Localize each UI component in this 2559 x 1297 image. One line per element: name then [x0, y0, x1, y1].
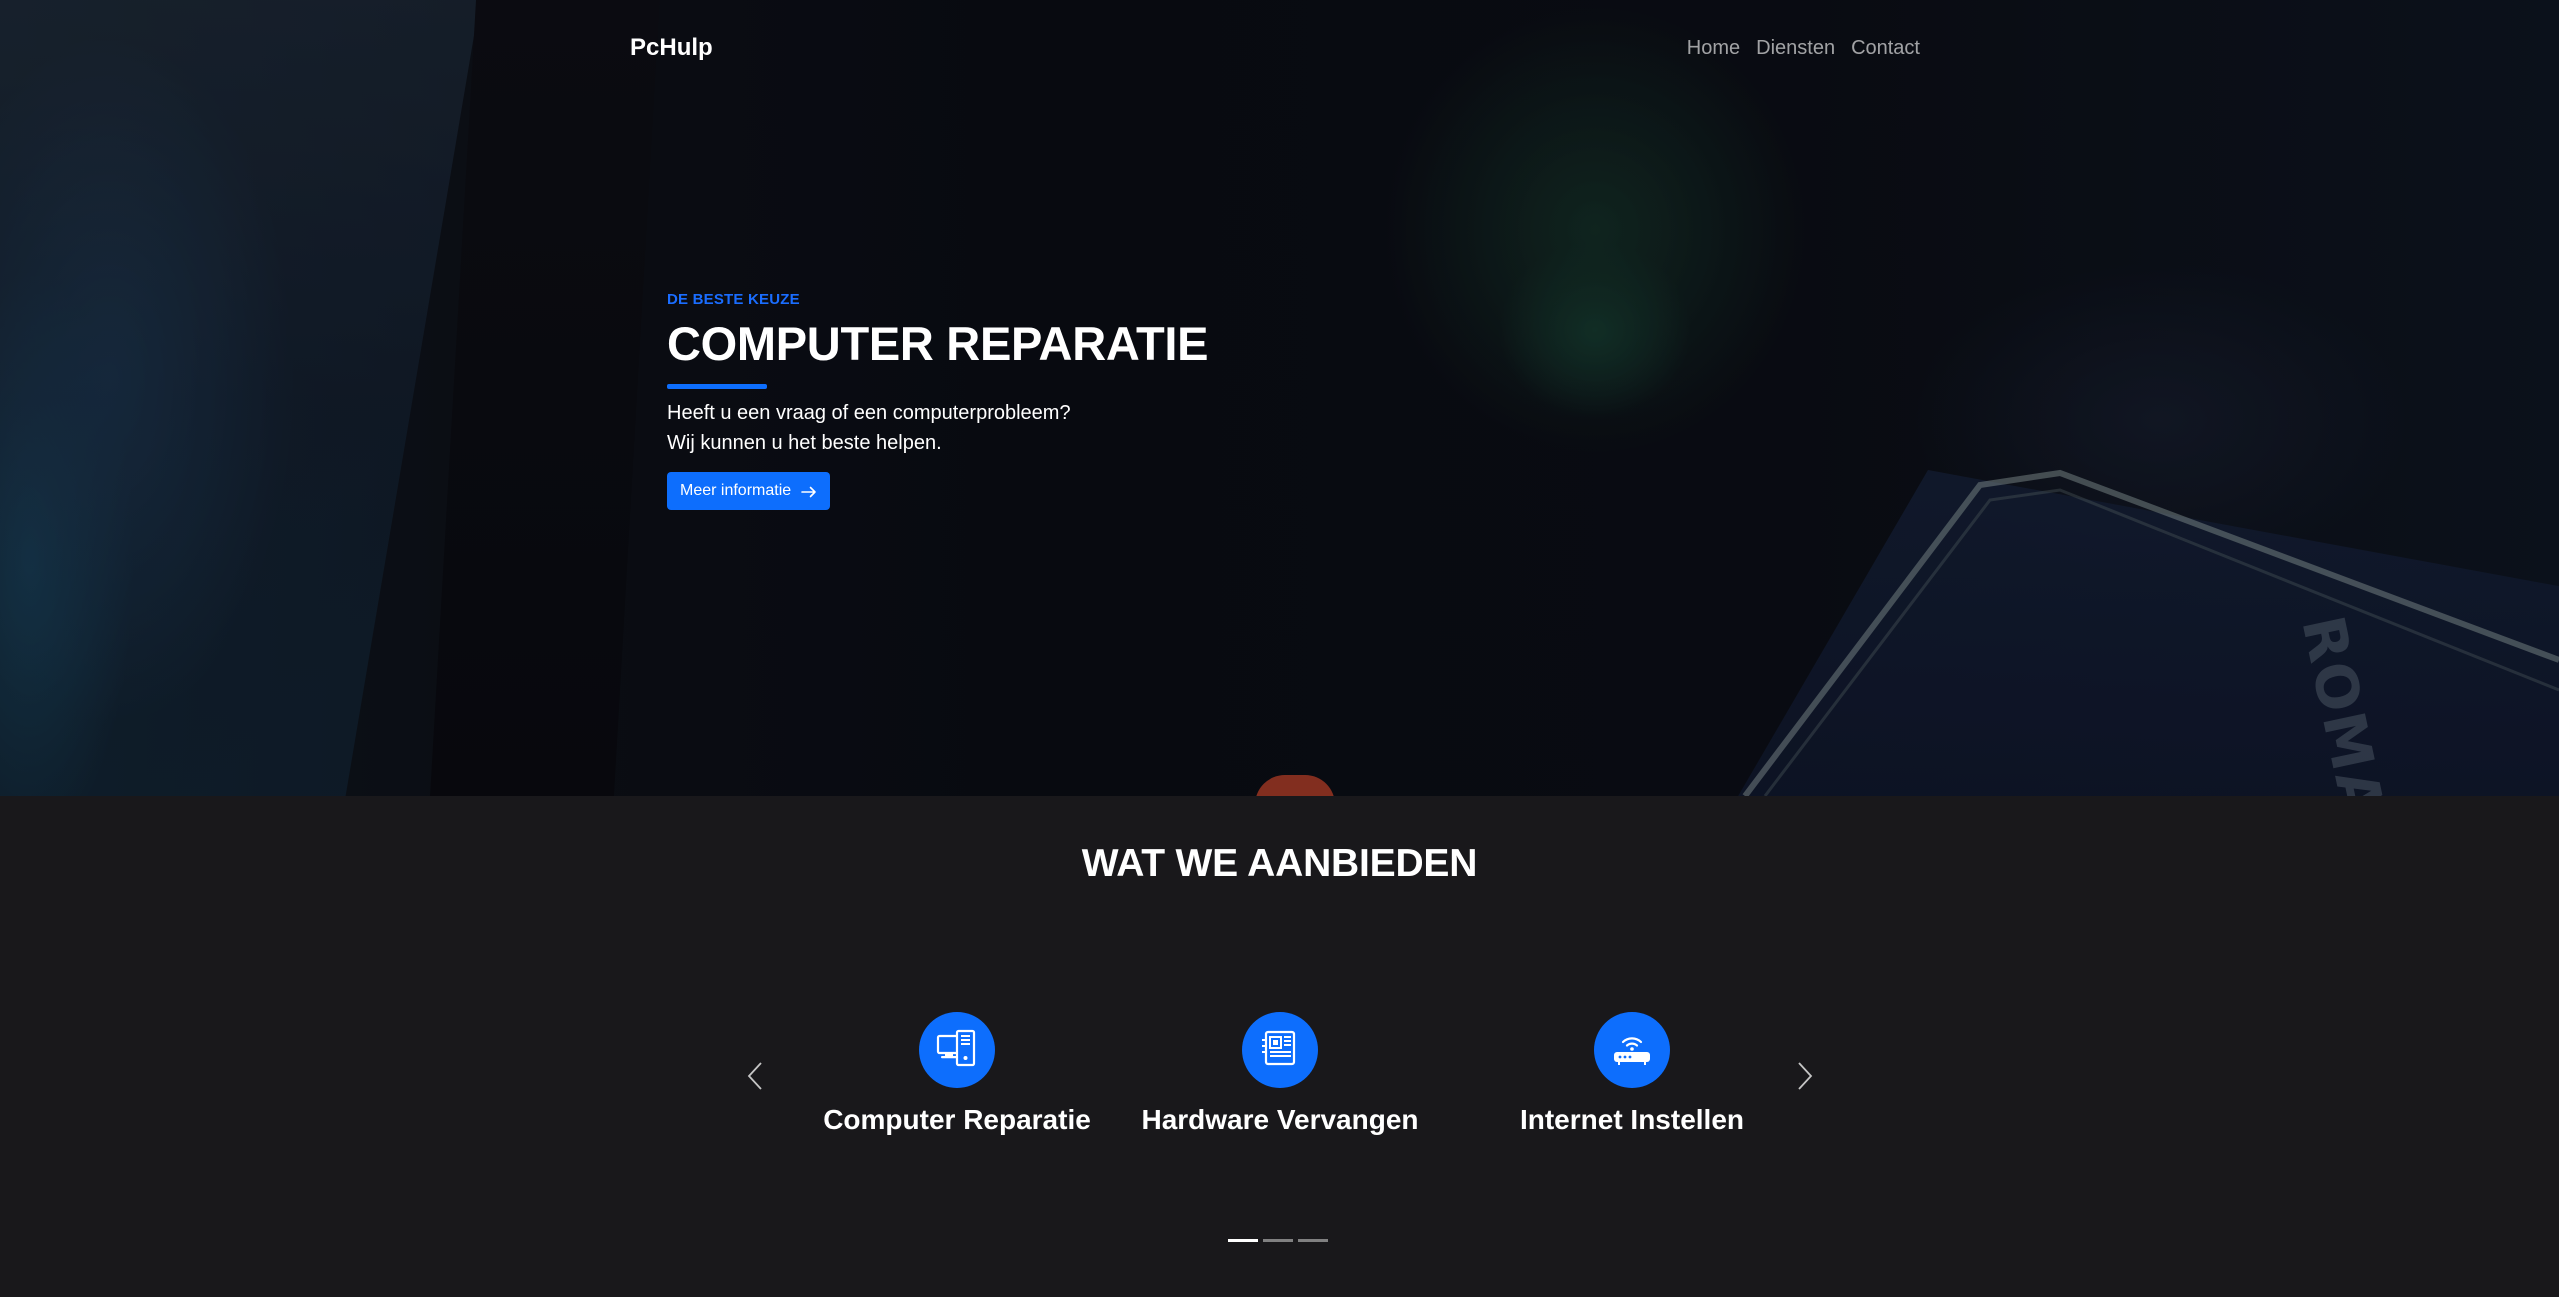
more-info-button-label: Meer informatie [680, 482, 792, 499]
services-section: WAT WE AANBIEDEN Computer Reparatie Hard… [0, 796, 2559, 1297]
arrow-right-icon [801, 485, 817, 498]
service-card-hardware-vervangen: Hardware Vervangen [1130, 1012, 1430, 1136]
motherboard-icon [1258, 1026, 1302, 1075]
service-icon-circle [919, 1012, 995, 1088]
nav-link-contact[interactable]: Contact [1851, 37, 1920, 60]
carousel-indicators [1228, 1239, 1328, 1242]
chevron-left-icon [746, 1061, 764, 1096]
hero-title-underline [667, 384, 767, 389]
service-icon-circle [1594, 1012, 1670, 1088]
hero-text: Heeft u een vraag of een computerproblee… [667, 398, 1367, 458]
hero-content: DE BESTE KEUZE COMPUTER REPARATIE Heeft … [667, 290, 1367, 510]
nav-link-home[interactable]: Home [1687, 37, 1740, 60]
service-icon-circle [1242, 1012, 1318, 1088]
hero-eyebrow: DE BESTE KEUZE [667, 291, 800, 308]
services-title: WAT WE AANBIEDEN [1081, 842, 1478, 885]
hero-section: ROMA SYS LIMITED PcHulp Home Diensten Co… [0, 0, 2559, 796]
hero-text-line: Wij kunnen u het beste helpen. [667, 432, 942, 454]
service-card-internet-instellen: Internet Instellen [1482, 1012, 1782, 1136]
router-icon [1610, 1026, 1654, 1075]
nav-links: Home Diensten Contact [1687, 37, 1920, 60]
carousel-indicator[interactable] [1228, 1239, 1258, 1242]
computer-icon [935, 1026, 979, 1075]
hero-text-line: Heeft u een vraag of een computerproblee… [667, 402, 1071, 424]
navbar: PcHulp Home Diensten Contact [630, 30, 1920, 66]
service-label: Hardware Vervangen [1141, 1104, 1419, 1135]
service-label: Computer Reparatie [823, 1104, 1091, 1135]
carousel-next-button[interactable] [1790, 1058, 1820, 1098]
more-info-button[interactable]: Meer informatie [667, 472, 831, 510]
carousel-indicator[interactable] [1263, 1239, 1293, 1242]
brand-logo[interactable]: PcHulp [630, 34, 713, 62]
services-carousel: Computer Reparatie Hardware Vervangen In… [740, 1012, 1820, 1172]
hero-title: COMPUTER REPARATIE [667, 317, 1209, 370]
nav-link-diensten[interactable]: Diensten [1756, 37, 1835, 60]
chevron-right-icon [1796, 1061, 1814, 1096]
service-card-computer-reparatie: Computer Reparatie [807, 1012, 1107, 1136]
service-label: Internet Instellen [1519, 1104, 1745, 1135]
carousel-prev-button[interactable] [740, 1058, 770, 1098]
carousel-indicator[interactable] [1298, 1239, 1328, 1242]
